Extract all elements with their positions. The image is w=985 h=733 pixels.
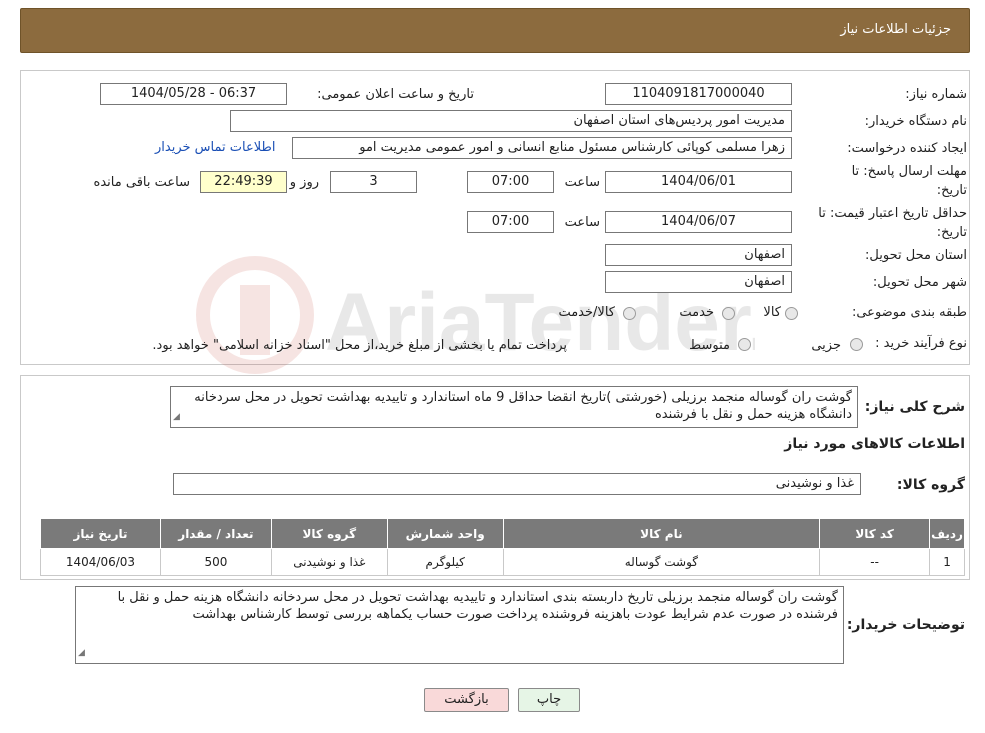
purchase-medium-label: متوسط xyxy=(689,338,730,353)
items-section-title: اطلاعات کالاهای مورد نیاز xyxy=(784,436,965,452)
cell-unit: کیلوگرم xyxy=(386,548,504,576)
print-button[interactable]: چاپ xyxy=(518,688,580,712)
city-field: اصفهان xyxy=(605,271,792,293)
category-service-label: خدمت xyxy=(679,305,714,320)
col-item-code: کد کالا xyxy=(819,518,931,549)
category-goods-radio[interactable] xyxy=(785,307,798,320)
cell-quantity: 500 xyxy=(159,548,272,576)
validity-date-field: 1404/06/07 xyxy=(605,211,792,233)
purchase-payment-note: پرداخت تمام یا بخشی از مبلغ خرید،از محل … xyxy=(152,338,567,353)
summary-label: شرح کلی نیاز: xyxy=(864,399,965,415)
buyer-notes-text: گوشت ران گوساله منجمد برزیلی تاریخ داربس… xyxy=(117,590,838,622)
cell-row-number: 1 xyxy=(929,548,965,576)
purchase-minor-radio[interactable] xyxy=(850,338,863,351)
col-row-number: ردیف xyxy=(929,518,965,549)
buyer-contact-link[interactable]: اطلاعات تماس خریدار xyxy=(155,140,275,155)
announce-datetime-field: 1404/05/28 - 06:37 xyxy=(100,83,287,105)
buyer-org-field: مدیریت امور پردیس‌های استان اصفهان xyxy=(230,110,792,132)
buyer-notes-label: توضیحات خریدار: xyxy=(846,617,965,633)
cell-need-date: 1404/06/03 xyxy=(40,548,161,576)
cell-item-name: گوشت گوساله xyxy=(502,548,821,576)
price-validity-label: حداقل تاریخ اعتبار قیمت: تا xyxy=(818,206,967,221)
cell-group: غذا و نوشیدنی xyxy=(270,548,388,576)
remaining-time-field: 22:49:39 xyxy=(200,171,287,193)
province-label: استان محل تحویل: xyxy=(865,248,967,263)
purchase-minor-label: جزیی xyxy=(811,338,841,353)
summary-textarea[interactable]: گوشت ران گوساله منجمد برزیلی (خورشتی )تا… xyxy=(170,386,858,428)
purchase-type-label: نوع فرآیند خرید : xyxy=(875,336,967,351)
items-table: ردیف کد کالا نام کالا واحد شمارش گروه کا… xyxy=(40,518,965,576)
deadline-time-field: 07:00 xyxy=(467,171,554,193)
category-label: طبقه بندی موضوعی: xyxy=(851,305,967,320)
category-service-radio[interactable] xyxy=(722,307,735,320)
col-group: گروه کالا xyxy=(270,518,388,549)
resize-grip-icon: ◢ xyxy=(173,412,180,422)
cell-item-code: -- xyxy=(819,548,931,576)
deadline-time-label: ساعت xyxy=(564,175,600,190)
validity-time-field: 07:00 xyxy=(467,211,554,233)
table-row: 1 -- گوشت گوساله کیلوگرم غذا و نوشیدنی 5… xyxy=(40,548,965,576)
creator-field: زهرا مسلمی کوپائی کارشناس مسئول منابع ان… xyxy=(292,137,792,159)
buyer-notes-textarea[interactable]: گوشت ران گوساله منجمد برزیلی تاریخ داربس… xyxy=(75,586,844,664)
col-quantity: تعداد / مقدار xyxy=(159,518,272,549)
creator-label: ایجاد کننده درخواست: xyxy=(847,141,967,156)
back-button[interactable]: بازگشت xyxy=(424,688,509,712)
purchase-medium-radio[interactable] xyxy=(738,338,751,351)
city-label: شهر محل تحویل: xyxy=(872,275,967,290)
goods-group-field: غذا و نوشیدنی xyxy=(173,473,861,495)
validity-time-label: ساعت xyxy=(564,215,600,230)
goods-group-label: گروه کالا: xyxy=(896,477,965,493)
resize-grip-icon: ◢ xyxy=(78,648,85,658)
col-need-date: تاریخ نیاز xyxy=(40,518,161,549)
deadline-label-line2: تاریخ: xyxy=(936,183,967,198)
deadline-date-field: 1404/06/01 xyxy=(605,171,792,193)
col-unit: واحد شمارش xyxy=(386,518,504,549)
table-header-row: ردیف کد کالا نام کالا واحد شمارش گروه کا… xyxy=(40,518,965,549)
need-number-field: 1104091817000040 xyxy=(605,83,792,105)
need-number-label: شماره نیاز: xyxy=(905,87,967,102)
days-label: روز و xyxy=(289,175,319,190)
announce-label: تاریخ و ساعت اعلان عمومی: xyxy=(317,87,474,102)
price-validity-label-line2: تاریخ: xyxy=(936,225,967,240)
summary-text: گوشت ران گوساله منجمد برزیلی (خورشتی )تا… xyxy=(194,390,852,422)
remaining-time-label: ساعت باقی مانده xyxy=(93,175,190,190)
col-item-name: نام کالا xyxy=(502,518,821,549)
category-goods-service-radio[interactable] xyxy=(623,307,636,320)
page-header: جزئیات اطلاعات نیاز xyxy=(20,8,970,53)
page-title: جزئیات اطلاعات نیاز xyxy=(840,22,951,37)
category-goods-label: کالا xyxy=(763,305,781,320)
buyer-org-label: نام دستگاه خریدار: xyxy=(864,114,967,129)
category-goods-service-label: کالا/خدمت xyxy=(558,305,615,320)
deadline-label: مهلت ارسال پاسخ: تا xyxy=(851,164,967,179)
province-field: اصفهان xyxy=(605,244,792,266)
days-remaining-field: 3 xyxy=(330,171,417,193)
